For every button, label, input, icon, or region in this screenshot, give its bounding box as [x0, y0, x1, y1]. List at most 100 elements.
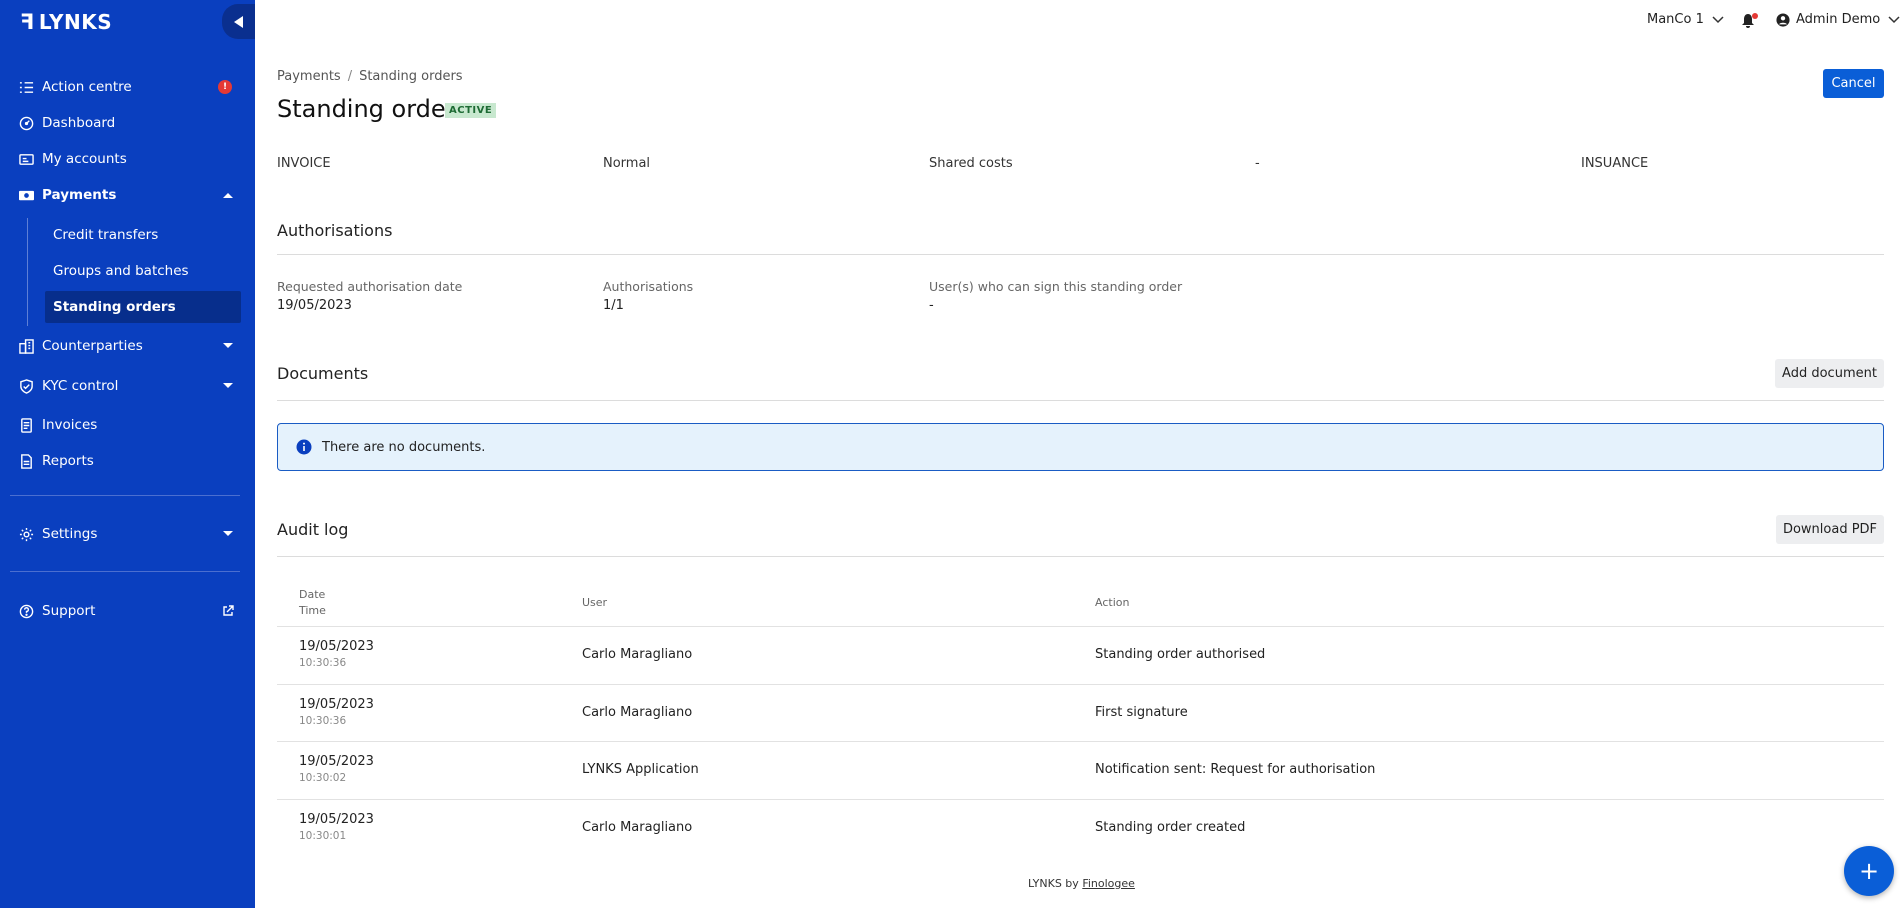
detail-value: Normal	[603, 156, 651, 171]
app-logo[interactable]: ꟻ LYNKS	[20, 10, 112, 34]
column-header-time: Time	[299, 604, 326, 617]
gear-icon	[18, 526, 34, 542]
logo-mark-icon: ꟻ	[20, 10, 35, 34]
sidebar-item-payments[interactable]: Payments	[0, 179, 255, 211]
authorisations-title: Authorisations	[277, 221, 393, 240]
sidebar-item-invoices[interactable]: Invoices	[0, 409, 255, 441]
caret-left-icon	[233, 15, 243, 28]
add-fab-button[interactable]: +	[1844, 846, 1894, 896]
sidebar-item-label: Reports	[42, 453, 94, 469]
checklist-icon	[18, 79, 34, 95]
sidebar-item-label: Payments	[42, 187, 117, 203]
breadcrumb-payments[interactable]: Payments	[277, 69, 341, 84]
detail-value: -	[1255, 156, 1260, 171]
field-label: Authorisations	[603, 279, 694, 294]
invoice-icon	[18, 417, 34, 433]
sidebar-subitem-standing-orders[interactable]: Standing orders	[45, 291, 241, 323]
breadcrumb-standing-orders[interactable]: Standing orders	[359, 69, 462, 84]
logo-text: LYNKS	[38, 10, 113, 34]
sidebar-item-label: Action centre	[42, 79, 132, 95]
sidebar-item-kyc-control[interactable]: KYC control	[0, 370, 255, 402]
field-value: 19/05/2023	[277, 298, 352, 313]
row-date: 19/05/2023	[299, 812, 374, 827]
sidebar-item-my-accounts[interactable]: My accounts	[0, 143, 255, 175]
section-divider	[277, 254, 1884, 255]
field-label: Requested authorisation date	[277, 279, 463, 294]
sidebar-item-label: My accounts	[42, 151, 127, 167]
field-value: -	[929, 298, 934, 313]
sidebar-item-dashboard[interactable]: Dashboard	[0, 107, 255, 139]
sidebar-item-label: Invoices	[42, 417, 98, 433]
row-user: Carlo Maragliano	[582, 705, 693, 720]
sidebar-divider	[10, 495, 240, 496]
row-date: 19/05/2023	[299, 754, 374, 769]
detail-value: Shared costs	[929, 156, 1013, 171]
row-date: 19/05/2023	[299, 639, 374, 654]
info-icon	[296, 439, 312, 455]
field-value: 1/1	[603, 298, 624, 313]
user-name: Admin Demo	[1796, 12, 1881, 27]
footer: LYNKS by Finologee	[1028, 877, 1135, 890]
breadcrumb: Payments / Standing orders	[277, 69, 463, 84]
detail-value: INVOICE	[277, 156, 331, 171]
company-selector[interactable]: ManCo 1	[1647, 12, 1724, 27]
row-user: Carlo Maragliano	[582, 647, 693, 662]
breadcrumb-separator: /	[347, 69, 353, 84]
company-name: ManCo 1	[1647, 12, 1704, 27]
sidebar-item-reports[interactable]: Reports	[0, 445, 255, 477]
alert-badge: !	[218, 80, 232, 94]
sidebar-item-counterparties[interactable]: Counterparties	[0, 330, 255, 362]
section-divider	[277, 400, 1884, 401]
row-user: LYNKS Application	[582, 762, 699, 777]
sidebar-item-action-centre[interactable]: Action centre !	[0, 71, 255, 103]
cancel-button[interactable]: Cancel	[1823, 69, 1884, 98]
row-time: 10:30:01	[299, 830, 347, 842]
row-action: Notification sent: Request for authorisa…	[1095, 762, 1376, 777]
row-divider	[277, 741, 1884, 742]
dashboard-icon	[18, 115, 34, 131]
sidebar-item-label: KYC control	[42, 378, 119, 394]
row-divider	[277, 799, 1884, 800]
column-header-action: Action	[1095, 596, 1130, 609]
empty-documents-text: There are no documents.	[322, 439, 486, 455]
sidebar-subitem-groups-and-batches[interactable]: Groups and batches	[45, 255, 241, 287]
audit-log-title: Audit log	[277, 520, 349, 539]
payments-icon	[18, 187, 34, 203]
row-action: Standing order authorised	[1095, 647, 1266, 662]
help-icon	[18, 603, 34, 619]
footer-link[interactable]: Finologee	[1082, 877, 1135, 890]
counterparties-icon	[18, 338, 34, 354]
chevron-down-icon	[223, 343, 233, 348]
report-icon	[18, 453, 34, 469]
chevron-down-icon	[1712, 15, 1724, 23]
row-action: First signature	[1095, 705, 1188, 720]
sidebar: ꟻ LYNKS Action centre ! Dashboard My acc…	[0, 0, 255, 908]
shield-icon	[18, 378, 34, 394]
add-document-button[interactable]: Add document	[1775, 359, 1884, 388]
sidebar-subitem-credit-transfers[interactable]: Credit transfers	[45, 219, 241, 251]
chevron-down-icon	[223, 383, 233, 388]
row-divider	[277, 684, 1884, 685]
collapse-sidebar-button[interactable]	[222, 4, 255, 39]
row-time: 10:30:36	[299, 657, 347, 669]
row-divider	[277, 626, 1884, 627]
download-pdf-button[interactable]: Download PDF	[1776, 515, 1884, 544]
row-user: Carlo Maragliano	[582, 820, 693, 835]
column-header-date: Date	[299, 588, 326, 601]
sidebar-item-label: Dashboard	[42, 115, 116, 131]
field-label: User(s) who can sign this standing order	[929, 279, 1183, 294]
sidebar-item-label: Settings	[42, 526, 98, 542]
row-action: Standing order created	[1095, 820, 1246, 835]
section-divider	[277, 556, 1884, 557]
row-time: 10:30:02	[299, 772, 347, 784]
row-date: 19/05/2023	[299, 697, 374, 712]
user-menu[interactable]: Admin Demo	[1776, 12, 1900, 27]
sidebar-divider	[10, 571, 240, 572]
user-avatar-icon	[1776, 12, 1790, 27]
sidebar-item-support[interactable]: Support	[0, 595, 255, 627]
sidebar-item-settings[interactable]: Settings	[0, 518, 255, 550]
documents-title: Documents	[277, 364, 369, 383]
footer-prefix: LYNKS by	[1028, 877, 1079, 890]
chevron-down-icon	[1888, 15, 1900, 23]
row-time: 10:30:36	[299, 715, 347, 727]
